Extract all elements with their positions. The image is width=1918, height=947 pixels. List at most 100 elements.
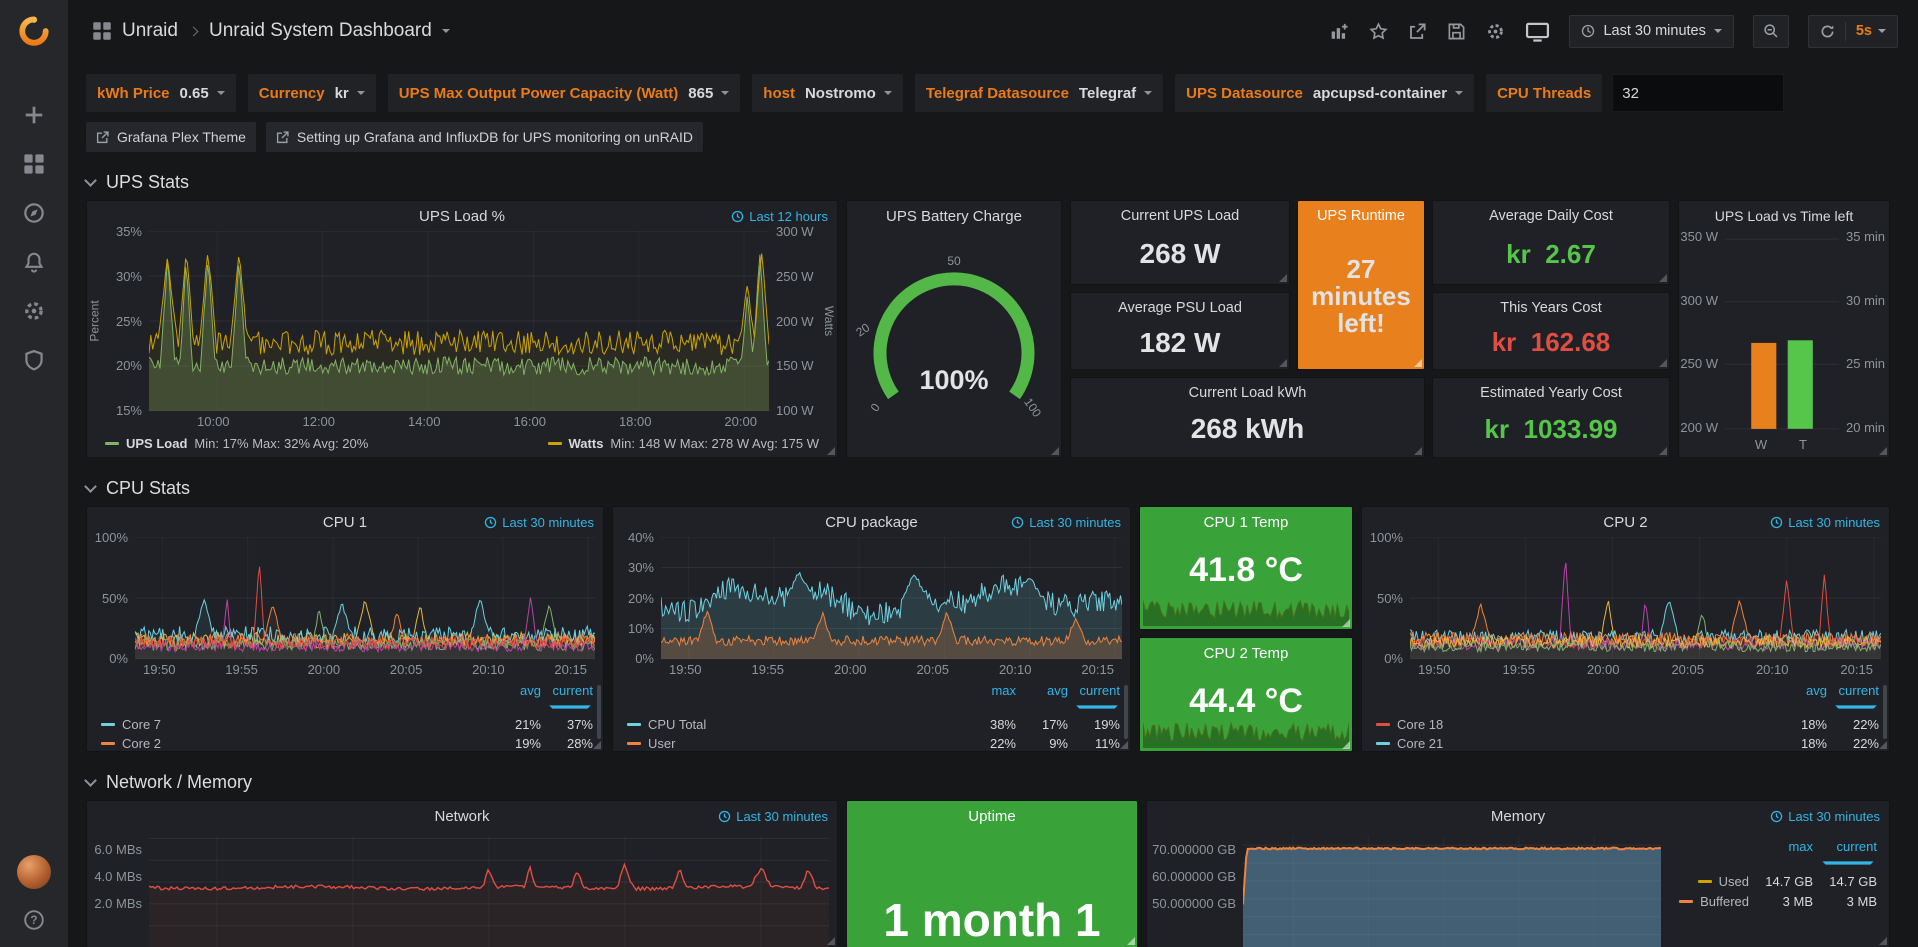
- panel-title[interactable]: CPU package: [825, 514, 918, 531]
- legend-value: 14.7 GB: [1813, 874, 1877, 889]
- legend-item[interactable]: UPS Load Min: 17% Max: 32% Avg: 20%: [105, 436, 368, 451]
- legend-sort-current[interactable]: current: [1813, 839, 1877, 869]
- legend-item[interactable]: Watts Min: 148 W Max: 278 W Avg: 175 W: [548, 436, 819, 451]
- variable-value-dropdown[interactable]: 865: [688, 85, 729, 102]
- panel-ups-battery-charge: UPS Battery Charge 02050100 100%: [846, 200, 1062, 458]
- chevron-down-icon: [84, 480, 97, 493]
- variable-value-dropdown[interactable]: apcupsd-container: [1313, 85, 1463, 102]
- dashboard-title[interactable]: Unraid System Dashboard: [209, 20, 432, 42]
- legend-table: max avg current CPU Total 38% 17% 19%: [613, 677, 1130, 751]
- variable-value-dropdown[interactable]: Telegraf: [1079, 85, 1152, 102]
- legend-series-toggle[interactable]: Used: [1661, 874, 1749, 889]
- explore-compass-icon[interactable]: [23, 202, 45, 224]
- add-panel-icon[interactable]: [1329, 21, 1349, 41]
- legend-sort-max[interactable]: max: [1749, 839, 1813, 869]
- panel-title[interactable]: CPU 2 Temp: [1204, 645, 1289, 662]
- panel-title[interactable]: This Years Cost: [1433, 300, 1669, 316]
- legend-row: Core 18 18% 22%: [1376, 717, 1879, 732]
- legend-series-toggle[interactable]: Core 18: [1376, 717, 1775, 732]
- graph-area[interactable]: [135, 537, 595, 659]
- time-picker-button[interactable]: Last 30 minutes: [1569, 15, 1733, 48]
- chevron-down-icon[interactable]: [442, 29, 450, 33]
- link-ups-monitoring-guide[interactable]: Setting up Grafana and InfluxDB for UPS …: [266, 122, 703, 152]
- legend-value: 37%: [541, 717, 593, 732]
- legend-sort-avg[interactable]: avg: [1016, 683, 1068, 713]
- create-plus-icon[interactable]: [23, 104, 45, 126]
- clock-icon: [484, 516, 497, 529]
- dashboards-grid-icon[interactable]: [23, 153, 45, 175]
- row-header-network-memory[interactable]: Network / Memory: [86, 764, 1890, 800]
- cycle-view-monitor-icon[interactable]: [1524, 18, 1550, 44]
- legend-series-toggle[interactable]: Core 21: [1376, 736, 1775, 751]
- panel-title[interactable]: UPS Battery Charge: [886, 208, 1022, 225]
- bar-chart-area[interactable]: [1725, 231, 1839, 435]
- row-header-cpu-stats[interactable]: CPU Stats: [86, 470, 1890, 506]
- stat-value: kr 162.68: [1433, 316, 1669, 369]
- settings-gear-icon[interactable]: [1485, 21, 1505, 41]
- panel-title[interactable]: Current UPS Load: [1071, 208, 1289, 224]
- breadcrumb-root[interactable]: Unraid: [122, 20, 178, 42]
- y-axis-right: 35 min30 min25 min20 min: [1839, 229, 1889, 435]
- alerting-bell-icon[interactable]: [23, 251, 45, 273]
- variable-value-dropdown[interactable]: Nostromo: [805, 85, 892, 102]
- legend-series-toggle[interactable]: CPU Total: [627, 717, 964, 732]
- legend-sort-max[interactable]: max: [964, 683, 1016, 713]
- external-link-icon: [276, 131, 289, 144]
- panel-title[interactable]: CPU 1 Temp: [1204, 514, 1289, 531]
- legend-scrollbar[interactable]: [597, 685, 601, 739]
- legend-sort-current[interactable]: current: [541, 683, 593, 713]
- panel-title[interactable]: Average Daily Cost: [1433, 208, 1669, 224]
- svg-text:100: 100: [1021, 395, 1044, 420]
- legend-sort-avg[interactable]: avg: [489, 683, 541, 713]
- row-header-ups-stats[interactable]: UPS Stats: [86, 164, 1890, 200]
- panel-title[interactable]: Average PSU Load: [1071, 300, 1289, 316]
- panel-title[interactable]: Uptime: [968, 808, 1016, 825]
- graph-area[interactable]: [149, 231, 769, 411]
- help-icon[interactable]: ?: [23, 909, 45, 931]
- panel-title[interactable]: UPS Runtime: [1298, 208, 1424, 224]
- user-avatar[interactable]: [17, 855, 51, 889]
- panel-title[interactable]: Estimated Yearly Cost: [1433, 385, 1669, 401]
- legend-scrollbar[interactable]: [1883, 685, 1887, 739]
- legend-row: Core 21 18% 22%: [1376, 736, 1879, 751]
- panel-title[interactable]: Current Load kWh: [1071, 385, 1424, 401]
- panel-title[interactable]: UPS Load %: [419, 208, 505, 225]
- legend-series-toggle[interactable]: Buffered: [1661, 894, 1749, 909]
- panel-title[interactable]: CPU 1: [323, 514, 367, 531]
- graph-area[interactable]: [1410, 537, 1881, 659]
- share-icon[interactable]: [1407, 21, 1427, 41]
- panel-ups-load: UPS Load % Last 12 hours Percent 35%30%2…: [86, 200, 838, 458]
- link-grafana-plex-theme[interactable]: Grafana Plex Theme: [86, 122, 256, 152]
- legend-series-toggle[interactable]: Core 7: [101, 717, 489, 732]
- zoom-out-button[interactable]: [1753, 15, 1789, 48]
- graph-area[interactable]: [149, 835, 829, 947]
- graph-area[interactable]: [1243, 835, 1661, 947]
- chevron-down-icon: [1455, 91, 1463, 95]
- variable-value-dropdown[interactable]: 0.65: [180, 85, 225, 102]
- grafana-logo[interactable]: [0, 0, 68, 64]
- legend-sort-current[interactable]: current: [1827, 683, 1879, 713]
- server-admin-shield-icon[interactable]: [23, 349, 45, 371]
- panel-this-years-cost: This Years Cost kr 162.68: [1432, 292, 1670, 370]
- panel-header: Uptime: [847, 801, 1137, 831]
- legend-sort-current[interactable]: current: [1068, 683, 1120, 713]
- save-icon[interactable]: [1446, 21, 1466, 41]
- panel-title[interactable]: Memory: [1491, 808, 1545, 825]
- panel-network: Network Last 30 minutes 6.0 MBs4.0 MBs2.…: [86, 800, 838, 947]
- panel-title[interactable]: Network: [434, 808, 489, 825]
- legend-sort-avg[interactable]: avg: [1775, 683, 1827, 713]
- panel-cpu1: CPU 1 Last 30 minutes 100%50%0% 19:5019:…: [86, 506, 604, 752]
- legend-scrollbar[interactable]: [1124, 685, 1128, 739]
- network-memory-panels: Network Last 30 minutes 6.0 MBs4.0 MBs2.…: [86, 800, 1890, 947]
- star-icon[interactable]: [1368, 21, 1388, 41]
- panel-title[interactable]: CPU 2: [1603, 514, 1647, 531]
- graph-area[interactable]: [661, 537, 1122, 659]
- cpu-threads-input[interactable]: [1612, 74, 1784, 112]
- panel-average-daily-cost: Average Daily Cost kr 2.67: [1432, 200, 1670, 285]
- configuration-gear-icon[interactable]: [23, 300, 45, 322]
- panel-title[interactable]: UPS Load vs Time left: [1715, 208, 1854, 224]
- legend-series-toggle[interactable]: Core 2: [101, 736, 489, 751]
- variable-value-dropdown[interactable]: kr: [335, 85, 365, 102]
- refresh-button[interactable]: 5s: [1808, 15, 1898, 48]
- legend-series-toggle[interactable]: User: [627, 736, 964, 751]
